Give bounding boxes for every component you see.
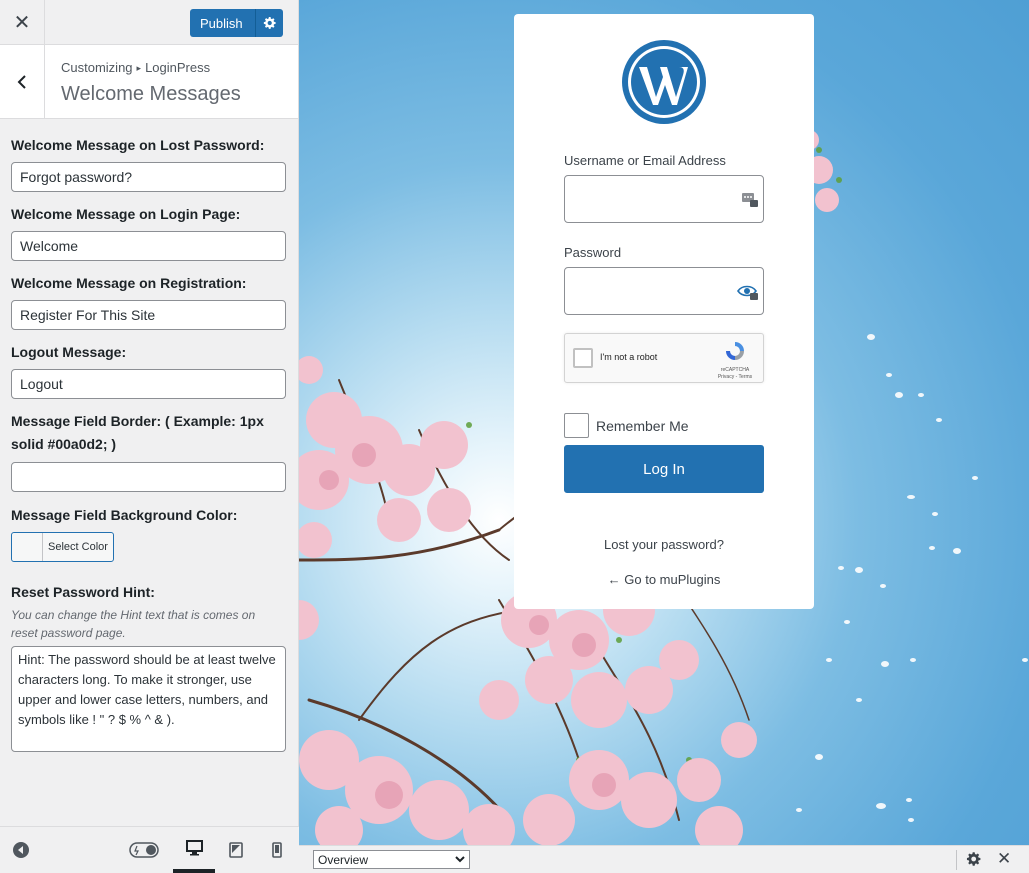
back-to-site-link[interactable]: ← Go to muPlugins [514, 572, 814, 587]
collapse-icon [13, 842, 29, 858]
breadcrumb-child: LoginPress [145, 60, 211, 75]
chevron-left-icon [17, 74, 26, 89]
bg-color-label: Message Field Background Color: [11, 507, 238, 523]
username-input[interactable] [564, 175, 764, 223]
customizer-sidebar: ✕ Publish Customizing ▸ LoginPress Welcome… [0, 0, 299, 873]
site-preview: Username or Email Address Password I'm n… [299, 0, 1029, 845]
publish-button[interactable]: Publish [190, 9, 283, 37]
login-page-label: Welcome Message on Login Page: [11, 206, 241, 222]
toggle-icon [129, 842, 159, 858]
collapse-sidebar-button[interactable] [8, 827, 34, 873]
close-icon: ✕ [13, 12, 31, 34]
settings-fields: Welcome Message on Lost Password: Welcom… [0, 134, 298, 752]
desktop-preview-button[interactable] [173, 827, 215, 873]
select-color-label: Select Color [48, 541, 108, 553]
recaptcha-icon [726, 342, 744, 360]
tablet-icon [229, 842, 243, 858]
hint-textarea[interactable]: Hint: The password should be at least tw… [11, 646, 286, 752]
login-card: Username or Email Address Password I'm n… [514, 14, 814, 609]
mobile-preview-button[interactable] [265, 827, 289, 873]
recaptcha-checkbox[interactable] [573, 348, 593, 368]
preview-toggle-button[interactable] [127, 827, 161, 873]
recaptcha-branding: reCAPTCHA Privacy - Terms [715, 340, 755, 381]
border-label: Message Field Border: ( Example: 1px sol… [11, 413, 264, 452]
registration-label: Welcome Message on Registration: [11, 275, 247, 291]
login-page-input[interactable] [11, 231, 286, 261]
lost-password-input[interactable] [11, 162, 286, 192]
logout-label: Logout Message: [11, 344, 127, 360]
back-button[interactable] [0, 45, 45, 118]
lost-password-link[interactable]: Lost your password? [514, 537, 814, 552]
hint-description: You can change the Hint text that is com… [11, 608, 256, 640]
customizer-header: ✕ Publish [0, 0, 298, 45]
hint-label: Reset Password Hint: [11, 584, 155, 600]
close-customizer-button[interactable]: ✕ [0, 0, 45, 45]
gear-icon [263, 17, 276, 29]
desktop-icon [185, 840, 203, 856]
breadcrumb: Customizing ▸ LoginPress [61, 60, 210, 75]
password-input[interactable] [564, 267, 764, 315]
username-label: Username or Email Address [564, 153, 726, 168]
color-swatch [12, 533, 43, 561]
mobile-icon [272, 842, 282, 858]
section-header: Customizing ▸ LoginPress Welcome Messages [0, 45, 298, 119]
remember-me-checkbox[interactable] [564, 413, 589, 438]
password-manager-icon [742, 193, 758, 207]
overview-select-value: Overview [318, 852, 369, 867]
lost-password-label: Welcome Message on Lost Password: [11, 137, 265, 153]
remember-me-label: Remember Me [596, 418, 689, 434]
tablet-preview-button[interactable] [223, 827, 249, 873]
publish-settings-button[interactable] [255, 9, 283, 37]
border-input[interactable] [11, 462, 286, 492]
preview-status-bar: Overview ✕ [299, 845, 1029, 873]
password-label: Password [564, 245, 622, 260]
publish-label: Publish [200, 15, 243, 31]
recaptcha-label: I'm not a robot [600, 352, 658, 362]
select-color-button[interactable]: Select Color [11, 532, 114, 562]
section-title: Welcome Messages [61, 83, 241, 105]
show-password-icon [737, 285, 758, 300]
recaptcha-links[interactable]: Privacy - Terms [715, 374, 755, 381]
breadcrumb-separator-icon: ▸ [136, 63, 142, 73]
status-divider [956, 850, 957, 870]
overview-select[interactable]: Overview [313, 850, 470, 869]
breadcrumb-root: Customizing [61, 60, 133, 75]
chevron-down-icon [455, 856, 465, 863]
logout-input[interactable] [11, 369, 286, 399]
gear-icon[interactable] [966, 851, 982, 867]
recaptcha-brand: reCAPTCHA [720, 367, 750, 373]
close-icon[interactable]: ✕ [997, 849, 1011, 869]
registration-input[interactable] [11, 300, 286, 330]
customizer-footer [0, 826, 299, 873]
wordpress-logo-icon [622, 40, 706, 124]
recaptcha-widget: I'm not a robot reCAPTCHA Privacy - Term… [564, 333, 764, 383]
log-in-button[interactable]: Log In [564, 445, 764, 493]
